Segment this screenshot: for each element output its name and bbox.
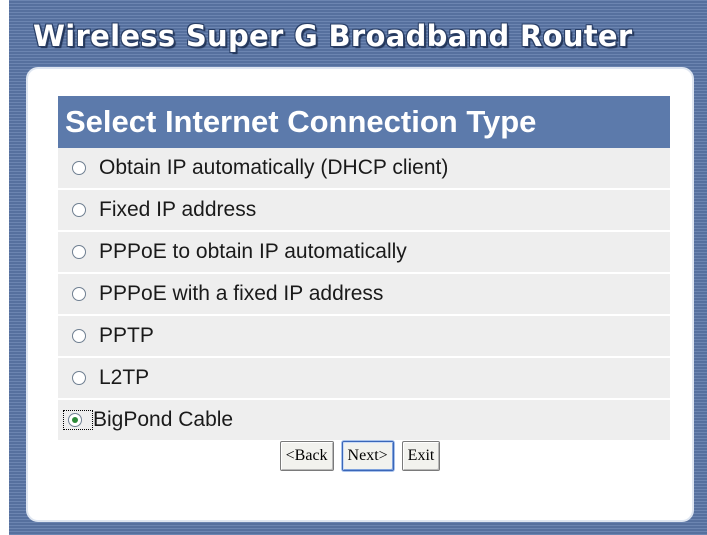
option-label: PPPoE to obtain IP automatically <box>99 240 407 263</box>
option-pppoe-auto[interactable]: PPPoE to obtain IP automatically <box>58 232 670 274</box>
option-label: PPTP <box>99 324 154 347</box>
next-button[interactable]: Next> <box>341 441 394 471</box>
option-label: Obtain IP automatically (DHCP client) <box>99 156 449 179</box>
wizard-panel: Select Internet Connection Type Obtain I… <box>26 67 694 522</box>
exit-button[interactable]: Exit <box>401 441 441 471</box>
radio-dhcp-client[interactable] <box>72 161 86 175</box>
option-label: Fixed IP address <box>99 198 257 221</box>
radio-l2tp[interactable] <box>72 371 86 385</box>
option-bigpond-cable[interactable]: BigPond Cable <box>58 400 670 440</box>
connection-type-table: Select Internet Connection Type Obtain I… <box>58 96 670 440</box>
option-l2tp[interactable]: L2TP <box>58 358 670 400</box>
option-pppoe-fixed[interactable]: PPPoE with a fixed IP address <box>58 274 670 316</box>
option-label: L2TP <box>99 366 150 389</box>
section-heading: Select Internet Connection Type <box>58 96 670 148</box>
focus-outline <box>63 410 93 430</box>
app-title: Wireless Super G Broadband Router <box>33 19 633 53</box>
radio-fixed-ip[interactable] <box>72 203 86 217</box>
option-label: BigPond Cable <box>93 408 234 431</box>
option-label: PPPoE with a fixed IP address <box>99 282 384 305</box>
radio-pppoe-auto[interactable] <box>72 245 86 259</box>
router-window: Wireless Super G Broadband Router Select… <box>9 0 707 535</box>
radio-pptp[interactable] <box>72 329 86 343</box>
option-fixed-ip[interactable]: Fixed IP address <box>58 190 670 232</box>
radio-bigpond-cable[interactable] <box>68 413 82 427</box>
option-pptp[interactable]: PPTP <box>58 316 670 358</box>
radio-pppoe-fixed[interactable] <box>72 287 86 301</box>
option-dhcp-client[interactable]: Obtain IP automatically (DHCP client) <box>58 148 670 190</box>
wizard-buttons: <Back Next> Exit <box>28 441 692 471</box>
back-button[interactable]: <Back <box>279 441 334 471</box>
